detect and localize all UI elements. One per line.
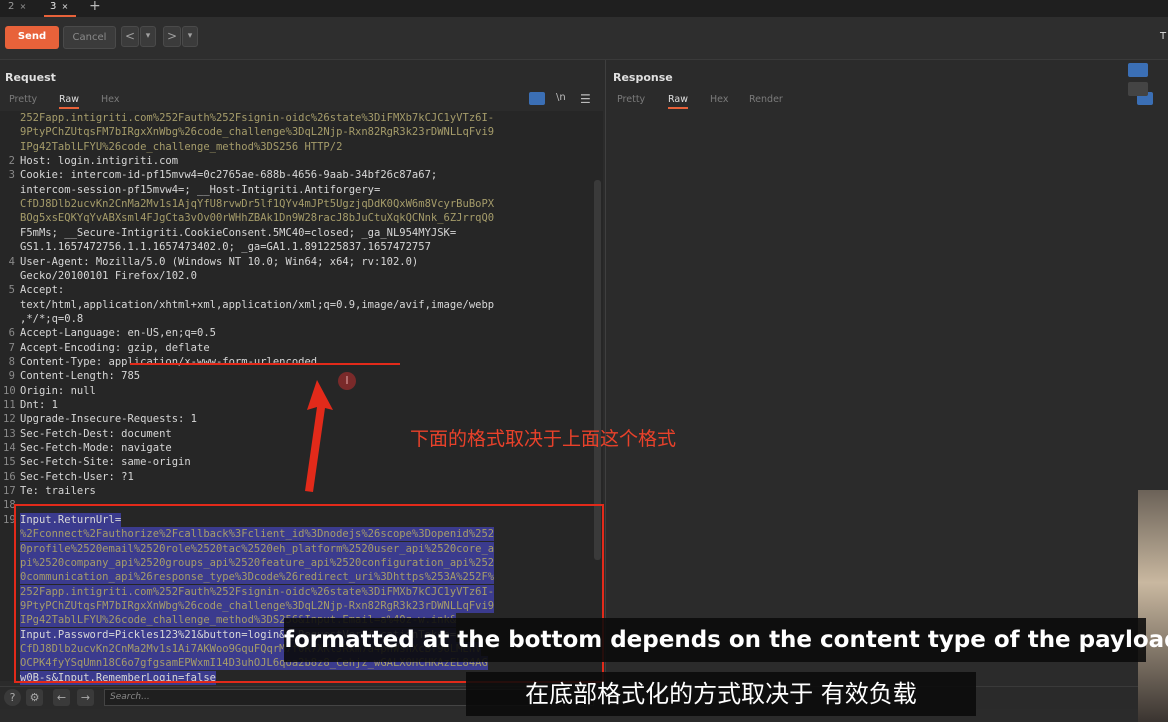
- chinese-subtitle: 在底部格式化的方式取决于 有效负载: [466, 672, 976, 716]
- tab-pretty[interactable]: Pretty: [9, 94, 37, 105]
- settings-icon[interactable]: ⚙: [26, 689, 43, 706]
- line-number: 13: [3, 427, 16, 440]
- line-text: Sec-Fetch-User: ?1: [20, 470, 134, 483]
- line-text: Host: login.intigriti.com: [20, 155, 179, 168]
- line-number: 3: [8, 169, 15, 182]
- line-number: 2: [8, 155, 15, 168]
- line-text: Dnt: 1: [20, 399, 58, 411]
- line-text: GS1.1.1657472756.1.1.1657473402.0; _ga=G…: [20, 241, 431, 254]
- tab-3[interactable]: 3 ×: [44, 0, 76, 17]
- next-match-button[interactable]: →: [77, 689, 94, 706]
- line-text: text/html,application/xhtml+xml,applicat…: [20, 298, 495, 311]
- tab-2[interactable]: 2 ×: [8, 0, 26, 17]
- response-panel: Response Pretty Raw Hex Render: [605, 60, 1168, 686]
- line-text: BOg5xsEQKYqYvABXsml4FJgCta3vOv00rWHhZBAk…: [20, 212, 495, 225]
- line-text: intercom-session-pf15mvw4=; __Host-Intig…: [20, 183, 381, 196]
- line-text: Accept-Language: en-US,en;q=0.5: [20, 327, 216, 340]
- line-number: 9: [8, 370, 15, 383]
- up-arrow-icon: [305, 380, 333, 492]
- line-text: Sec-Fetch-Site: same-origin: [20, 456, 191, 469]
- toolbar: Send Cancel < ▾ > ▾ T: [0, 17, 1168, 60]
- newline-icon[interactable]: \n: [556, 92, 566, 103]
- tab-raw[interactable]: Raw: [59, 94, 79, 109]
- tab-hex[interactable]: Hex: [101, 94, 119, 105]
- line-number: 5: [8, 284, 15, 297]
- tab-label: 3: [50, 1, 57, 12]
- previous-match-button[interactable]: ←: [53, 689, 70, 706]
- forward-button[interactable]: >: [163, 26, 181, 47]
- english-subtitle: formatted at the bottom depends on the c…: [284, 618, 1168, 662]
- line-number: 10: [3, 384, 16, 397]
- tab-label: 2: [8, 1, 15, 12]
- line-number: 6: [8, 327, 15, 340]
- line-number: 17: [3, 485, 16, 498]
- back-button[interactable]: <: [121, 26, 139, 47]
- line-text: IPg42TablLFYU%26code_challenge_method%3D…: [20, 140, 343, 153]
- tab-strip: 2 × 3 × +: [0, 0, 1168, 17]
- request-scrollbar[interactable]: [594, 180, 601, 560]
- line-text: Sec-Fetch-Mode: navigate: [20, 442, 172, 455]
- line-text: 252Fapp.intigriti.com%252Fauth%252Fsigni…: [20, 112, 495, 124]
- tab-pretty[interactable]: Pretty: [617, 94, 645, 105]
- line-text: ,*/*;q=0.8: [20, 312, 84, 325]
- line-text: User-Agent: Mozilla/5.0 (Windows NT 10.0…: [20, 255, 419, 268]
- request-title: Request: [5, 71, 56, 84]
- content-type-underline: [130, 363, 400, 365]
- line-number: 12: [3, 413, 16, 426]
- wrap-icon[interactable]: [529, 92, 545, 105]
- line-text: Origin: null: [20, 384, 96, 397]
- tab-hex[interactable]: Hex: [710, 94, 728, 105]
- split-view-icon[interactable]: [1128, 63, 1148, 77]
- line-text: Content-Length: 785: [20, 370, 141, 383]
- line-text: Accept-Encoding: gzip, deflate: [20, 341, 210, 354]
- line-number: 8: [8, 355, 15, 368]
- tab-render[interactable]: Render: [749, 94, 783, 105]
- line-text: CfDJ8Dlb2ucvKn2CnMa2Mv1s1AjqYfU8rvwDr5lf…: [20, 198, 495, 211]
- cancel-button[interactable]: Cancel: [63, 26, 116, 49]
- layout-toggle[interactable]: [1128, 62, 1168, 100]
- line-text: Sec-Fetch-Dest: document: [20, 427, 172, 440]
- response-title: Response: [613, 71, 673, 84]
- back-history-dropdown[interactable]: ▾: [140, 26, 156, 47]
- tab-raw[interactable]: Raw: [668, 94, 688, 109]
- tab-close-icon[interactable]: ×: [20, 2, 27, 11]
- send-button[interactable]: Send: [5, 26, 59, 49]
- request-subtabs: Pretty Raw Hex \n ☰: [0, 92, 603, 109]
- line-text: 9PtyPChZUtqsFM7bIRgxXnWbg%26code_challen…: [20, 126, 495, 139]
- line-text: Te: trailers: [20, 485, 96, 498]
- line-text: F5mMs; __Secure-Intigriti.CookieConsent.…: [20, 226, 457, 239]
- line-number: 11: [3, 399, 16, 411]
- forward-history-dropdown[interactable]: ▾: [182, 26, 198, 47]
- menu-icon[interactable]: ☰: [580, 92, 591, 106]
- line-text: Upgrade-Insecure-Requests: 1: [20, 413, 198, 426]
- tab-close-icon[interactable]: ×: [62, 2, 69, 11]
- new-tab-button[interactable]: +: [89, 0, 101, 17]
- line-text: Content-Type: application/x-www-form-url…: [20, 355, 318, 368]
- line-number: 7: [8, 341, 15, 354]
- line-number: 16: [3, 470, 16, 483]
- webcam-overlay: [1138, 490, 1168, 722]
- line-number: 15: [3, 456, 16, 469]
- line-text: Gecko/20100101 Firefox/102.0: [20, 269, 198, 282]
- line-text: Cookie: intercom-id-pf15mvw4=0c2765ae-68…: [20, 169, 438, 182]
- annotation-text: 下面的格式取决于上面这个格式: [410, 428, 677, 450]
- line-number: 4: [8, 255, 15, 268]
- stacked-view-icon[interactable]: [1128, 82, 1148, 96]
- target-label[interactable]: T: [1160, 31, 1166, 42]
- line-text: Accept:: [20, 284, 65, 297]
- line-number: 14: [3, 442, 16, 455]
- help-icon[interactable]: ?: [4, 689, 21, 706]
- response-subtabs: Pretty Raw Hex Render: [606, 92, 1168, 109]
